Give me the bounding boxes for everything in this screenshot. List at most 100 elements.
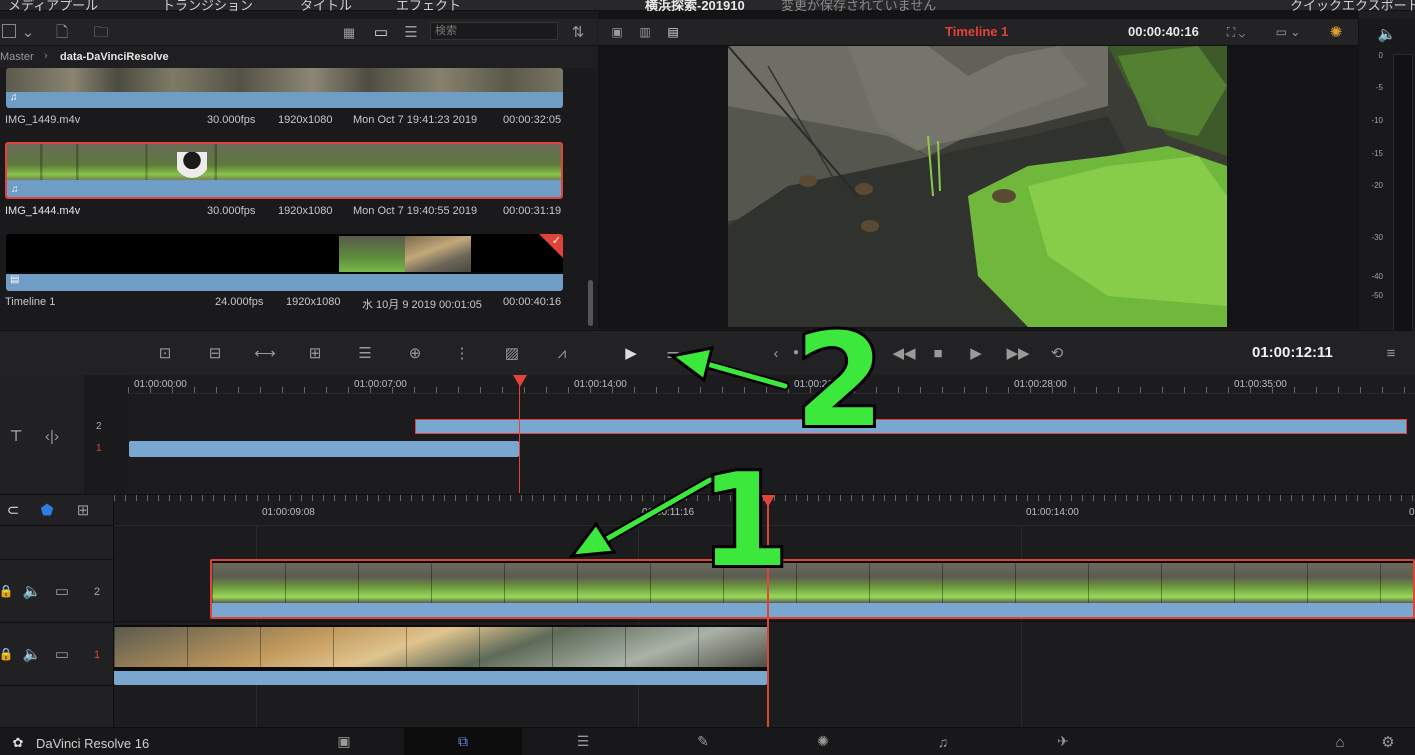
timeline-clip-v2[interactable] xyxy=(210,559,1415,619)
smart-insert-icon[interactable]: ⊡ xyxy=(152,343,178,363)
thumbnail-frame xyxy=(405,236,471,272)
upper-ruler[interactable]: 01:00:00:00 01:00:07:00 01:00:14:00 01:0… xyxy=(128,375,1415,394)
list-view-icon[interactable]: ☰ xyxy=(402,23,420,41)
timeline-thumbnail[interactable]: ✓ ▤ xyxy=(6,234,563,291)
image-icon[interactable]: ▣ xyxy=(608,23,626,41)
app-name: DaVinci Resolve 16 xyxy=(36,736,150,751)
clip-name: IMG_1444.m4v xyxy=(5,205,81,217)
upper-clip-track-1[interactable] xyxy=(129,441,519,457)
split-clip-icon[interactable]: ⋮ xyxy=(449,343,475,363)
color-wheel-icon[interactable]: ✺ xyxy=(1326,23,1346,41)
cut-page-icon[interactable]: ⧉ xyxy=(404,728,522,755)
close-up-icon[interactable]: ⊞ xyxy=(302,343,328,363)
viewer-video-frame xyxy=(728,46,1227,327)
flag-icon[interactable]: ⬟ xyxy=(38,501,56,519)
timeline-icon: ▤ xyxy=(10,274,20,285)
ruler-label: 01:00:00:00 xyxy=(134,379,187,390)
track-header-spacer xyxy=(0,525,114,560)
fast-forward-icon[interactable]: ▶▶ xyxy=(1004,341,1032,365)
loop-icon[interactable]: ⟲ xyxy=(1044,341,1070,365)
chevron-down-icon[interactable]: ⌄ xyxy=(20,23,36,41)
clip-fps: 30.000fps xyxy=(207,205,256,217)
upper-playhead-handle[interactable] xyxy=(513,375,527,387)
folder-icon[interactable]: 🗀 xyxy=(92,23,110,41)
append-icon[interactable]: ⊟ xyxy=(202,343,228,363)
audio-settings-icon[interactable]: ⚌ xyxy=(660,341,686,365)
dynamic-trim-icon[interactable]: ▨ xyxy=(499,343,525,363)
color-page-icon[interactable]: ✺ xyxy=(764,728,882,755)
speaker-icon[interactable]: 🔈 xyxy=(1377,25,1397,43)
speaker-icon[interactable]: 🔈 xyxy=(22,582,42,600)
film-icon[interactable]: ▭ xyxy=(52,645,72,663)
play-icon[interactable]: ▶ xyxy=(964,341,988,365)
link-icon[interactable]: ‹|› xyxy=(40,427,64,445)
grid-view-icon[interactable]: ▦ xyxy=(340,23,358,41)
sort-icon[interactable]: ⇅ xyxy=(568,23,588,41)
meter-label: -30 xyxy=(1371,233,1383,242)
video-track-1-header: 🔒 🔈 ▭ 1 xyxy=(0,622,114,686)
play-clip-icon[interactable]: ▶ xyxy=(618,341,644,365)
breadcrumb-folder[interactable]: data-DaVinciResolve xyxy=(60,51,169,63)
media-pool-scrollbar[interactable] xyxy=(588,280,593,326)
track-number: 2 xyxy=(94,586,101,598)
upper-playhead[interactable] xyxy=(519,375,520,493)
breadcrumb-root[interactable]: Master xyxy=(0,51,34,63)
chevron-left-icon[interactable]: ‹ xyxy=(766,341,786,365)
top-bar: メディアプール トランジション タイトル エフェクト 横浜探索-201910 変… xyxy=(0,0,1415,13)
meter-label: -40 xyxy=(1371,272,1383,281)
page-navigation-bar: ✿ DaVinci Resolve 16 ▣ ⧉ ☰ ✎ ✺ ♫ ✈ ⌂ ⚙ xyxy=(0,727,1415,755)
media-page-icon[interactable]: ▣ xyxy=(285,728,403,755)
clip-name: IMG_1449.m4v xyxy=(5,114,81,126)
waveform-icon[interactable]: ⩘ xyxy=(549,343,575,363)
snap-icon[interactable]: ⊂ xyxy=(4,501,22,519)
source-overwrite-icon[interactable]: ⊕ xyxy=(402,343,428,363)
rewind-icon[interactable]: ◀◀ xyxy=(892,341,916,365)
track-number: 1 xyxy=(94,649,101,661)
ripple-overwrite-icon[interactable]: ⟷ xyxy=(252,343,278,363)
ruler-label: 0 xyxy=(1409,507,1415,518)
upper-clip-track-2[interactable] xyxy=(415,419,1407,434)
lower-timeline-tools: ⊂ ⬟ ⊞ xyxy=(0,495,114,525)
checkbox-icon[interactable] xyxy=(2,24,16,38)
gear-icon[interactable]: ⚙ xyxy=(1378,733,1398,751)
filmstrip-icon[interactable]: ▥ xyxy=(636,23,654,41)
add-marker-icon[interactable]: ⊞ xyxy=(74,501,92,519)
clip-audio-bar xyxy=(114,671,767,685)
strip-view-icon[interactable]: ▭ xyxy=(372,23,390,41)
clip-resolution: 1920x1080 xyxy=(278,114,333,126)
fusion-page-icon[interactable]: ✎ xyxy=(644,728,762,755)
clip-thumbnail-img1444[interactable]: ♫ xyxy=(5,142,563,199)
film-icon[interactable]: ▭ xyxy=(52,582,72,600)
deliver-page-icon[interactable]: ✈ xyxy=(1004,728,1122,755)
new-bin-icon[interactable]: 🗋 xyxy=(54,23,70,41)
fairlight-page-icon[interactable]: ♫ xyxy=(884,728,1002,755)
meter-label: -20 xyxy=(1371,181,1383,190)
meter-label: -15 xyxy=(1371,149,1383,158)
timeline-clip-v1[interactable] xyxy=(114,625,767,685)
transform-icon[interactable]: ⛶ ⌄ xyxy=(1218,23,1254,41)
breadcrumb-separator-icon: › xyxy=(44,50,48,62)
clip-audio-bar xyxy=(212,603,1413,617)
edit-page-icon[interactable]: ☰ xyxy=(524,728,642,755)
annotation-number-2: 2 xyxy=(792,307,887,456)
clip-fps: 24.000fps xyxy=(215,296,264,308)
stop-icon[interactable]: ■ xyxy=(926,341,950,365)
timeline-view-icon[interactable]: ▤ xyxy=(664,23,682,41)
clip-duration: 00:00:32:05 xyxy=(503,114,562,126)
annotation-number-1: 1 xyxy=(697,447,792,596)
display-options-icon[interactable]: ▭ ⌄ xyxy=(1270,23,1306,41)
clip-thumbnails xyxy=(212,563,1413,603)
clip-thumbnail-img1449[interactable]: ♫ xyxy=(6,68,563,108)
lock-icon[interactable]: 🔒 xyxy=(0,582,13,600)
lock-icon[interactable]: ⊤ xyxy=(6,427,26,445)
ruler-label: 01:00:11:16 xyxy=(642,507,695,518)
meter-label: -10 xyxy=(1371,116,1383,125)
search-input[interactable] xyxy=(430,22,558,40)
clip-date: Mon Oct 7 19:40:55 2019 xyxy=(353,205,478,217)
home-icon[interactable]: ⌂ xyxy=(1330,733,1350,751)
menu-icon[interactable]: ≡ xyxy=(1380,341,1402,365)
place-on-top-icon[interactable]: ☰ xyxy=(352,343,378,363)
speaker-icon[interactable]: 🔈 xyxy=(22,645,42,663)
lock-icon[interactable]: 🔒 xyxy=(0,645,13,663)
track-number: 1 xyxy=(96,443,102,454)
